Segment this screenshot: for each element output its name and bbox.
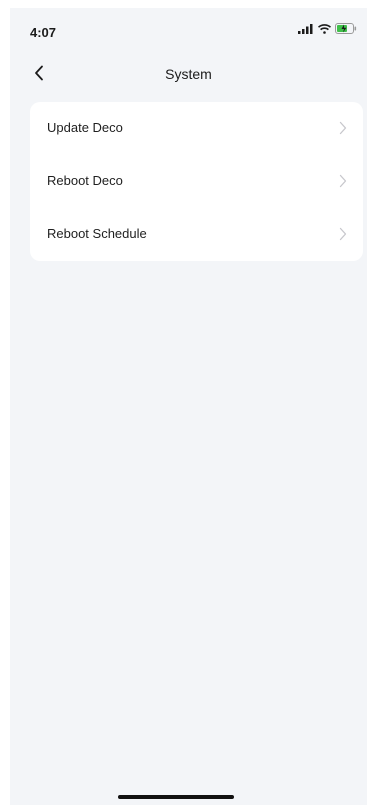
nav-bar: System — [10, 54, 367, 90]
reboot-schedule-label: Reboot Schedule — [47, 226, 147, 241]
reboot-deco-label: Reboot Deco — [47, 173, 123, 188]
update-deco-label: Update Deco — [47, 120, 123, 135]
menu-card: Update Deco Reboot Deco Reboot Schedule — [30, 102, 363, 261]
signal-icon — [298, 23, 313, 34]
page-title: System — [165, 66, 212, 82]
reboot-deco-row[interactable]: Reboot Deco — [30, 155, 363, 208]
battery-charging-icon — [335, 23, 357, 34]
update-deco-row[interactable]: Update Deco — [30, 102, 363, 155]
wifi-icon — [318, 23, 331, 34]
home-indicator[interactable] — [118, 795, 234, 799]
status-icons — [298, 23, 357, 34]
reboot-schedule-row[interactable]: Reboot Schedule — [30, 208, 363, 261]
status-bar: 4:07 — [10, 8, 367, 46]
chevron-right-icon — [339, 121, 347, 135]
chevron-right-icon — [339, 174, 347, 188]
chevron-right-icon — [339, 227, 347, 241]
screen: 4:07 System Update Deco Reboot Deco Rebo… — [10, 8, 367, 805]
status-time: 4:07 — [30, 25, 57, 40]
